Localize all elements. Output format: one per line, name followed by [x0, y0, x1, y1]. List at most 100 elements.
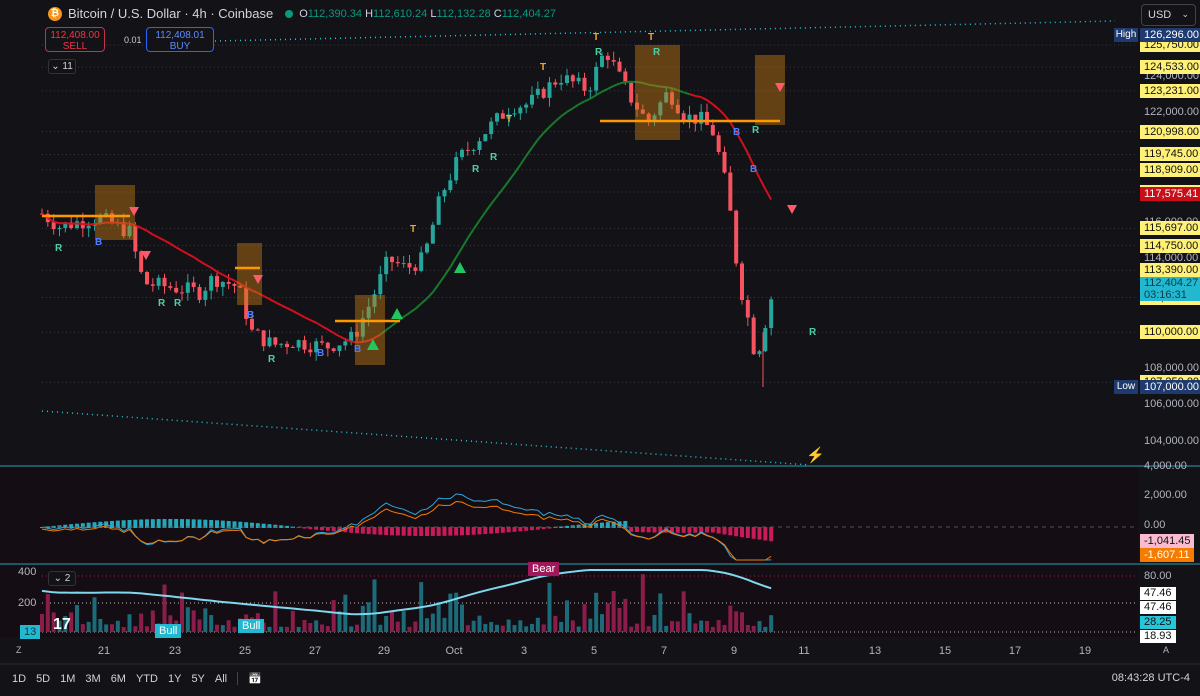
macd-hist-label: -1,041.45	[1140, 534, 1195, 548]
volume-bar	[588, 618, 593, 632]
candle-body	[605, 55, 610, 61]
macd-histogram-bar	[740, 527, 744, 538]
candle-body	[471, 149, 476, 151]
macd-histogram-bar	[541, 527, 546, 530]
macd-histogram-bar	[273, 524, 278, 528]
volume-bar	[500, 625, 505, 632]
volume-bar	[734, 611, 739, 632]
volume-bar	[582, 604, 587, 632]
volume-bar	[745, 625, 750, 632]
candle-body	[740, 263, 744, 300]
volume-bar	[681, 591, 686, 632]
macd-histogram-bar	[355, 527, 359, 534]
volume-bar	[290, 610, 295, 632]
macd-histogram-bar	[465, 527, 470, 536]
range-1y[interactable]: 1Y	[168, 673, 181, 685]
volume-bar	[40, 613, 44, 632]
symbol-title[interactable]: Bitcoin / U.S. Dollar · 4h · Coinbase	[68, 6, 273, 21]
candle-body	[693, 114, 698, 124]
signal-r: R	[55, 243, 63, 254]
volume-label: 47.46	[1140, 601, 1176, 614]
signal-r: R	[490, 152, 498, 163]
indicators-collapse-button[interactable]: ⌄ 11	[48, 59, 76, 74]
candle-body	[547, 82, 552, 98]
volume-bar	[751, 625, 756, 632]
signal-b: B	[733, 127, 740, 138]
calendar-icon[interactable]: 📅	[237, 672, 262, 685]
macd-histogram-bar	[500, 527, 505, 533]
candle-body	[460, 149, 464, 158]
candle-body	[51, 222, 56, 230]
range-3m[interactable]: 3M	[85, 673, 100, 685]
macd-histogram-bar	[728, 527, 733, 536]
signal-b: B	[247, 310, 254, 321]
candle-body	[331, 348, 336, 352]
level-label: 113,390.00	[1140, 263, 1200, 278]
macd-histogram-bar	[331, 527, 336, 532]
macd-histogram-bar	[442, 527, 447, 536]
volume-bar	[407, 626, 412, 632]
candle-body	[174, 287, 179, 293]
price-tick: 104,000.00	[1144, 434, 1200, 447]
macd-histogram-bar	[384, 527, 389, 536]
candle-body	[290, 347, 295, 349]
last-price-label: 112,404.27 03:16:31	[1140, 277, 1200, 301]
signal-b: B	[354, 344, 361, 355]
signal-r: R	[809, 327, 817, 338]
volume-bar	[483, 623, 488, 632]
macd-histogram-bar	[675, 527, 680, 533]
signal-b: B	[95, 237, 102, 248]
volume-bar	[320, 624, 324, 632]
range-1m[interactable]: 1M	[60, 673, 75, 685]
sell-button[interactable]: 112,408.00 SELL	[45, 27, 105, 52]
volume-bar	[617, 607, 622, 632]
currency-value: USD	[1148, 9, 1172, 21]
volume-bar	[623, 598, 628, 632]
signal-r: R	[268, 354, 276, 365]
level-label: 123,231.00	[1140, 83, 1200, 98]
volume-label: 18.93	[1140, 630, 1176, 643]
range-5y[interactable]: 5Y	[191, 673, 204, 685]
volume-bar	[693, 623, 698, 632]
buy-button[interactable]: 112,408.01 BUY	[146, 27, 214, 52]
range-5d[interactable]: 5D	[36, 673, 50, 685]
candle-body	[570, 75, 575, 82]
volume-bar	[384, 616, 389, 632]
candle-body	[390, 256, 394, 263]
volume-bar	[757, 621, 762, 632]
range-6m[interactable]: 6M	[111, 673, 126, 685]
chart-area[interactable]: RRRRRRRRRRBBBBBBTTTTT	[0, 0, 1200, 696]
range-1d[interactable]: 1D	[12, 673, 26, 685]
candle-body	[215, 276, 219, 287]
candle-body	[465, 149, 470, 151]
volume-bar	[133, 626, 138, 632]
currency-select[interactable]: USD ⌄	[1141, 4, 1196, 26]
candle-body	[716, 135, 721, 152]
volume-bar	[512, 625, 517, 632]
candle-body	[576, 77, 581, 82]
volume-bar	[372, 579, 377, 632]
range-all[interactable]: All	[215, 673, 227, 685]
candle-body	[769, 299, 774, 328]
level-label: 110,000.00	[1140, 325, 1200, 340]
volume-bar	[366, 602, 371, 632]
ma-label: 117,575.41	[1140, 187, 1200, 202]
volume-collapse-button[interactable]: ⌄ 2	[48, 571, 76, 586]
volume-bar	[559, 621, 564, 632]
candle-body	[710, 124, 715, 136]
time-tick: 13	[868, 645, 882, 657]
candle-body	[489, 121, 494, 135]
time-tick: 21	[97, 645, 111, 657]
macd-histogram-bar	[419, 527, 424, 536]
macd-histogram-bar	[646, 527, 651, 533]
volume-bar	[80, 624, 85, 632]
volume-bar	[710, 626, 715, 632]
volume-bar	[285, 626, 289, 632]
volume-bar	[273, 591, 278, 632]
range-ytd[interactable]: YTD	[136, 673, 158, 685]
volume-bar	[728, 605, 733, 632]
candle-body	[255, 329, 260, 331]
macd-tick: 2,000.00	[1144, 489, 1187, 501]
price-chart[interactable]: RR RRRR RRRRBBB BBBTTTT T	[0, 0, 1200, 696]
volume-bar	[611, 591, 616, 632]
